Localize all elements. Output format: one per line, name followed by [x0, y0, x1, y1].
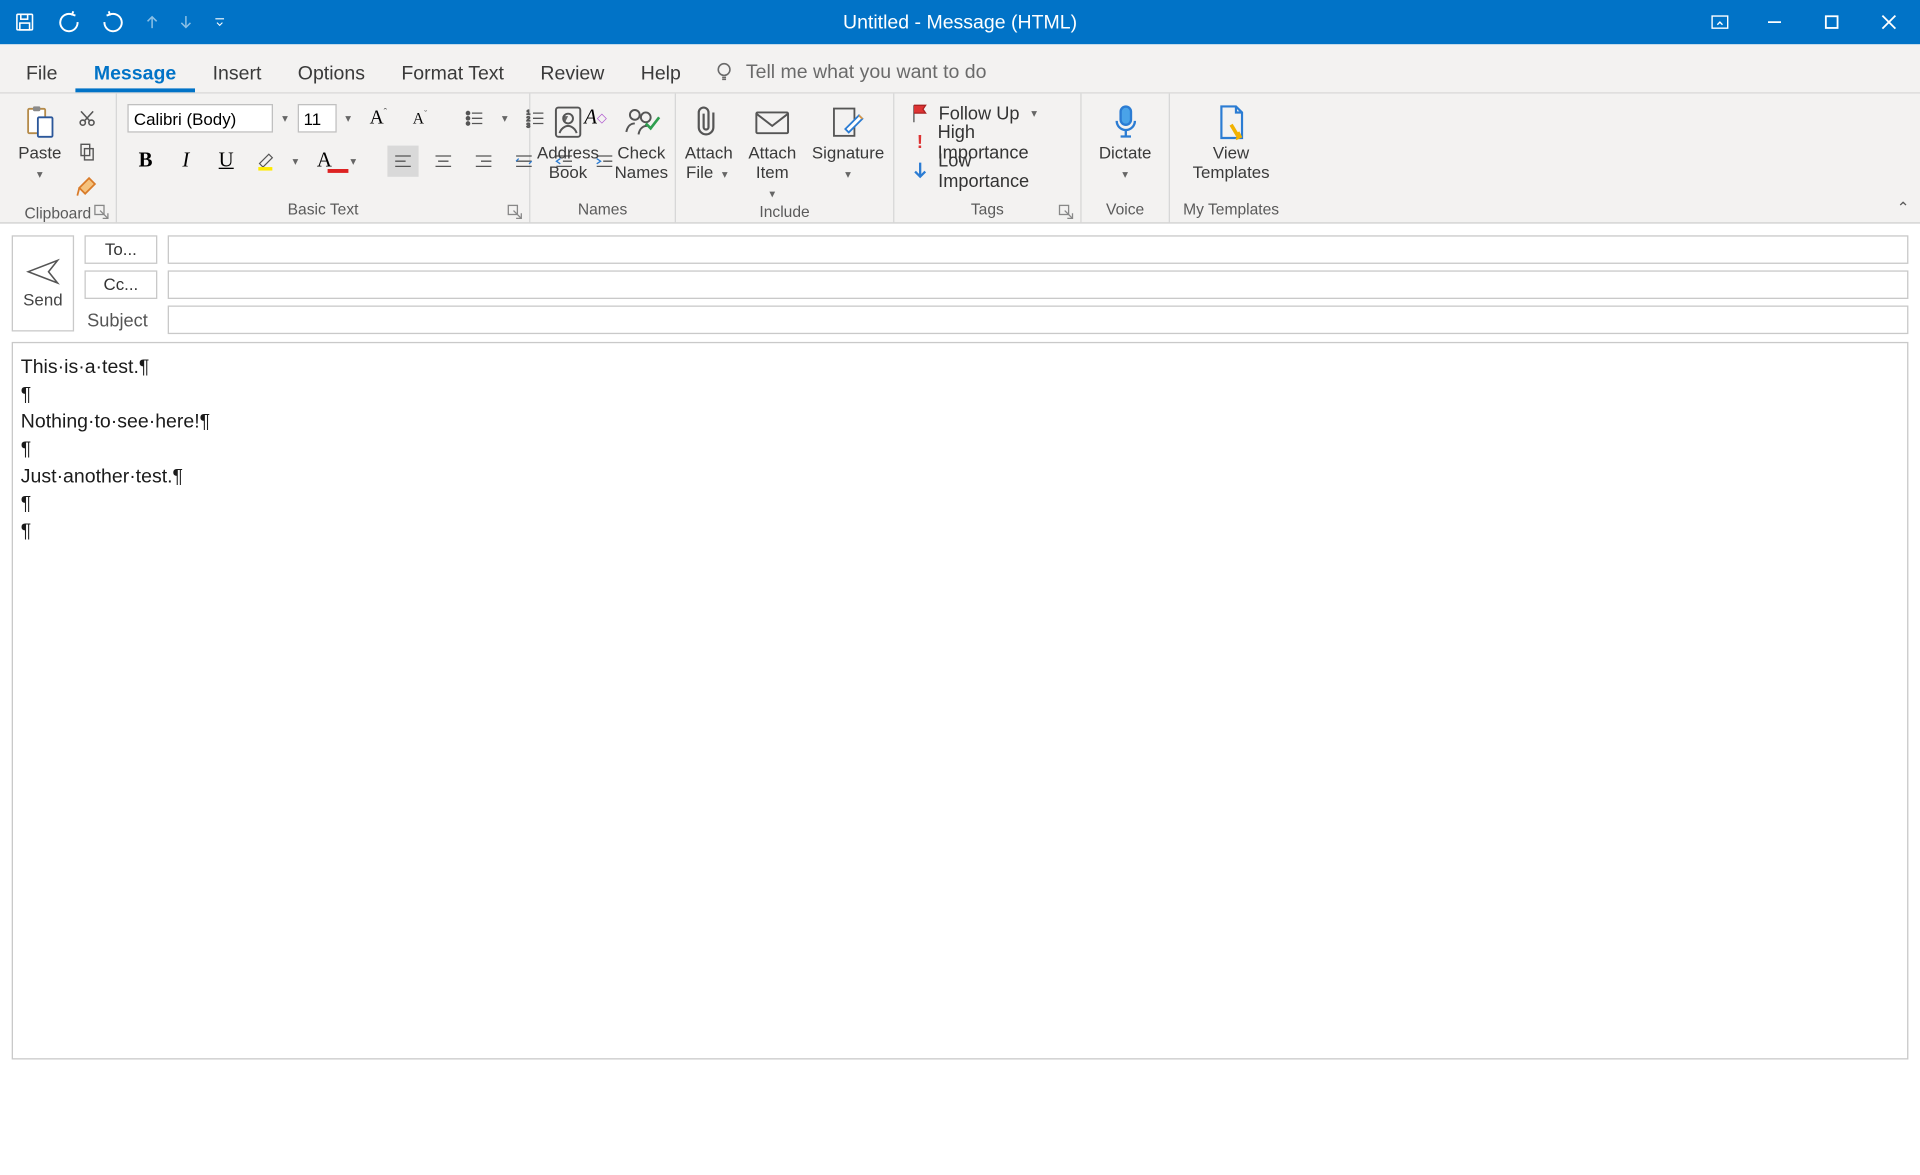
group-label-tags: Tags: [894, 196, 1080, 222]
check-names-icon: [621, 101, 663, 143]
paperclip-icon: [688, 101, 730, 143]
signature-button[interactable]: Signature▾: [804, 99, 892, 183]
subject-label: Subject: [85, 309, 158, 330]
tab-message[interactable]: Message: [76, 53, 195, 92]
group-label-clipboard: Clipboard: [0, 203, 116, 223]
save-button[interactable]: [3, 0, 47, 44]
window-controls: [1694, 0, 1918, 44]
dictate-button[interactable]: Dictate▾: [1091, 99, 1159, 183]
align-center-button[interactable]: [428, 146, 459, 177]
dialog-launcher-icon[interactable]: [94, 204, 110, 220]
tab-format-text[interactable]: Format Text: [383, 53, 522, 92]
minimize-button[interactable]: [1746, 0, 1803, 44]
title-bar: Untitled - Message (HTML): [0, 0, 1920, 44]
tell-me-search[interactable]: Tell me what you want to do: [699, 51, 999, 93]
window-title: Untitled - Message (HTML): [0, 11, 1920, 33]
envelope-icon: [752, 101, 794, 143]
lightbulb-icon: [712, 60, 735, 83]
body-line: ¶: [21, 381, 1899, 408]
bullets-button[interactable]: [459, 103, 490, 134]
to-button[interactable]: To...: [85, 235, 158, 264]
attach-item-button[interactable]: Attach Item ▾: [741, 99, 805, 203]
dialog-launcher-icon[interactable]: [1058, 204, 1074, 220]
group-label-include: Include: [676, 203, 893, 223]
group-label-names: Names: [530, 196, 674, 222]
cc-button[interactable]: Cc...: [85, 270, 158, 299]
body-line: Just·another·test.¶: [21, 463, 1899, 490]
tab-review[interactable]: Review: [522, 53, 622, 92]
redo-button[interactable]: [91, 0, 135, 44]
undo-button[interactable]: [47, 0, 91, 44]
collapse-ribbon-button[interactable]: ⌃: [1897, 199, 1910, 217]
group-label-voice: Voice: [1082, 196, 1169, 222]
highlight-button[interactable]: [251, 146, 282, 177]
quick-access-toolbar: [3, 0, 237, 44]
grow-font-button[interactable]: Aˆ: [363, 103, 394, 134]
tab-insert[interactable]: Insert: [194, 53, 279, 92]
dialog-launcher-icon[interactable]: [507, 204, 523, 220]
signature-icon: [827, 101, 869, 143]
tab-file[interactable]: File: [8, 53, 76, 92]
exclamation-icon: !: [910, 131, 930, 152]
view-templates-button[interactable]: View Templates: [1185, 99, 1278, 183]
paste-icon: [19, 101, 61, 143]
ribbon: Paste▾ Clipboard ▾ ▾ Aˆ: [0, 94, 1920, 224]
format-painter-button[interactable]: [72, 170, 103, 201]
shrink-font-button[interactable]: Aˇ: [404, 103, 435, 134]
send-button[interactable]: Send: [12, 235, 74, 331]
maximize-button[interactable]: [1803, 0, 1860, 44]
check-names-button[interactable]: Check Names: [607, 99, 676, 183]
low-importance-button[interactable]: Low Importance: [905, 156, 1070, 185]
body-line: This·is·a·test.¶: [21, 354, 1899, 381]
send-icon: [26, 257, 60, 286]
copy-button[interactable]: [72, 137, 103, 168]
arrow-down-icon: [910, 160, 930, 181]
chevron-down-icon[interactable]: ▾: [341, 111, 355, 125]
close-button[interactable]: [1860, 0, 1917, 44]
tab-options[interactable]: Options: [280, 53, 384, 92]
ribbon-display-options-button[interactable]: [1694, 0, 1746, 44]
flag-icon: [910, 103, 931, 124]
customize-qat-button[interactable]: [203, 0, 237, 44]
cc-field[interactable]: [168, 270, 1909, 299]
chevron-down-icon[interactable]: ▾: [278, 111, 292, 125]
microphone-icon: [1104, 101, 1146, 143]
paste-button[interactable]: Paste▾: [10, 99, 69, 183]
body-line: Nothing·to·see·here!¶: [21, 408, 1899, 435]
font-name-combo[interactable]: [127, 104, 273, 133]
attach-file-button[interactable]: Attach File ▾: [677, 99, 741, 183]
align-left-button[interactable]: [387, 146, 418, 177]
cut-button[interactable]: [72, 103, 103, 134]
body-line: ¶: [21, 435, 1899, 462]
address-book-button[interactable]: Address Book: [529, 99, 607, 183]
font-size-combo[interactable]: [297, 104, 336, 133]
next-item-button[interactable]: [169, 0, 203, 44]
message-header: Send To... Cc... Subject: [0, 224, 1920, 342]
templates-icon: [1210, 101, 1252, 143]
subject-field[interactable]: [168, 306, 1909, 335]
group-label-basic-text: Basic Text: [117, 196, 529, 222]
body-line: ¶: [21, 517, 1899, 544]
body-line: ¶: [21, 490, 1899, 517]
underline-button[interactable]: U: [211, 146, 242, 177]
to-field[interactable]: [168, 235, 1909, 264]
previous-item-button[interactable]: [135, 0, 169, 44]
tab-help[interactable]: Help: [623, 53, 700, 92]
group-label-templates: My Templates: [1170, 196, 1292, 222]
ribbon-tabs: File Message Insert Options Format Text …: [0, 44, 1920, 93]
tell-me-placeholder: Tell me what you want to do: [746, 60, 987, 82]
bold-button[interactable]: B: [130, 146, 161, 177]
message-body[interactable]: This·is·a·test.¶ ¶ Nothing·to·see·here!¶…: [12, 342, 1909, 1060]
italic-button[interactable]: I: [170, 146, 201, 177]
address-book-icon: [547, 101, 589, 143]
align-right-button[interactable]: [468, 146, 499, 177]
